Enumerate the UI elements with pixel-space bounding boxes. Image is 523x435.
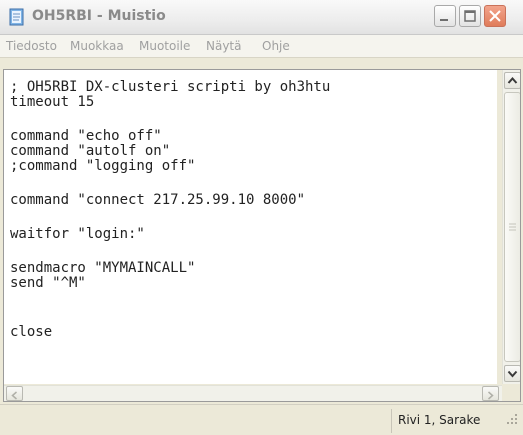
maximize-icon — [464, 10, 476, 22]
editor-line: command "autolf on" — [10, 143, 171, 159]
menu-format[interactable]: Muotoile — [139, 39, 190, 53]
editor-line: send "^M" — [10, 275, 86, 291]
thumb-grip-icon — [509, 223, 516, 231]
close-icon — [489, 10, 501, 22]
arrow-down-icon — [507, 370, 518, 378]
editor-line: command "echo off" — [10, 128, 162, 144]
editor-line: sendmacro "MYMAINCALL" — [10, 260, 196, 276]
vertical-scroll-thumb[interactable] — [504, 92, 521, 362]
resize-grip-icon[interactable] — [505, 412, 519, 426]
editor-line: ; OH5RBI DX-clusteri scripti by oh3htu — [10, 79, 331, 95]
arrow-up-icon — [507, 76, 518, 84]
cursor-position: Rivi 1, Sarake — [398, 413, 481, 427]
editor-line: close — [10, 324, 53, 340]
minimize-icon — [440, 19, 448, 21]
editor-line: ;command "logging off" — [10, 158, 196, 174]
editor-line: timeout 15 — [10, 94, 95, 110]
vertical-scrollbar[interactable] — [502, 70, 521, 384]
notepad-window: OH5RBI - Muistio Tiedosto Muokkaa Muotoi… — [0, 0, 523, 435]
menu-file[interactable]: Tiedosto — [6, 39, 57, 53]
scroll-left-button[interactable] — [6, 386, 23, 401]
editor-line: command "connect 217.25.99.10 8000" — [10, 192, 306, 208]
status-divider — [391, 409, 392, 433]
close-button[interactable] — [484, 5, 506, 27]
editor-line: waitfor "login:" — [10, 226, 145, 242]
maximize-button[interactable] — [459, 5, 481, 27]
menu-bar: Tiedosto Muokkaa Muotoile Näytä Ohje — [0, 35, 523, 58]
text-editor[interactable]: ; OH5RBI DX-clusteri scripti by oh3htu t… — [4, 70, 497, 384]
scroll-down-button[interactable] — [504, 365, 521, 382]
menu-view[interactable]: Näytä — [206, 39, 242, 53]
window-title: OH5RBI - Muistio — [32, 8, 166, 24]
title-bar[interactable]: OH5RBI - Muistio — [0, 0, 523, 35]
menu-help[interactable]: Ohje — [262, 39, 290, 53]
arrow-right-icon — [488, 391, 494, 400]
menu-edit[interactable]: Muokkaa — [70, 39, 124, 53]
horizontal-scrollbar[interactable] — [4, 385, 502, 401]
scroll-right-button[interactable] — [482, 386, 499, 401]
minimize-button[interactable] — [434, 5, 456, 27]
scroll-up-button[interactable] — [504, 72, 521, 89]
status-bar: Rivi 1, Sarake — [0, 404, 523, 435]
scrollbar-corner — [502, 385, 521, 401]
notepad-icon — [9, 8, 24, 26]
arrow-left-icon — [11, 391, 17, 400]
